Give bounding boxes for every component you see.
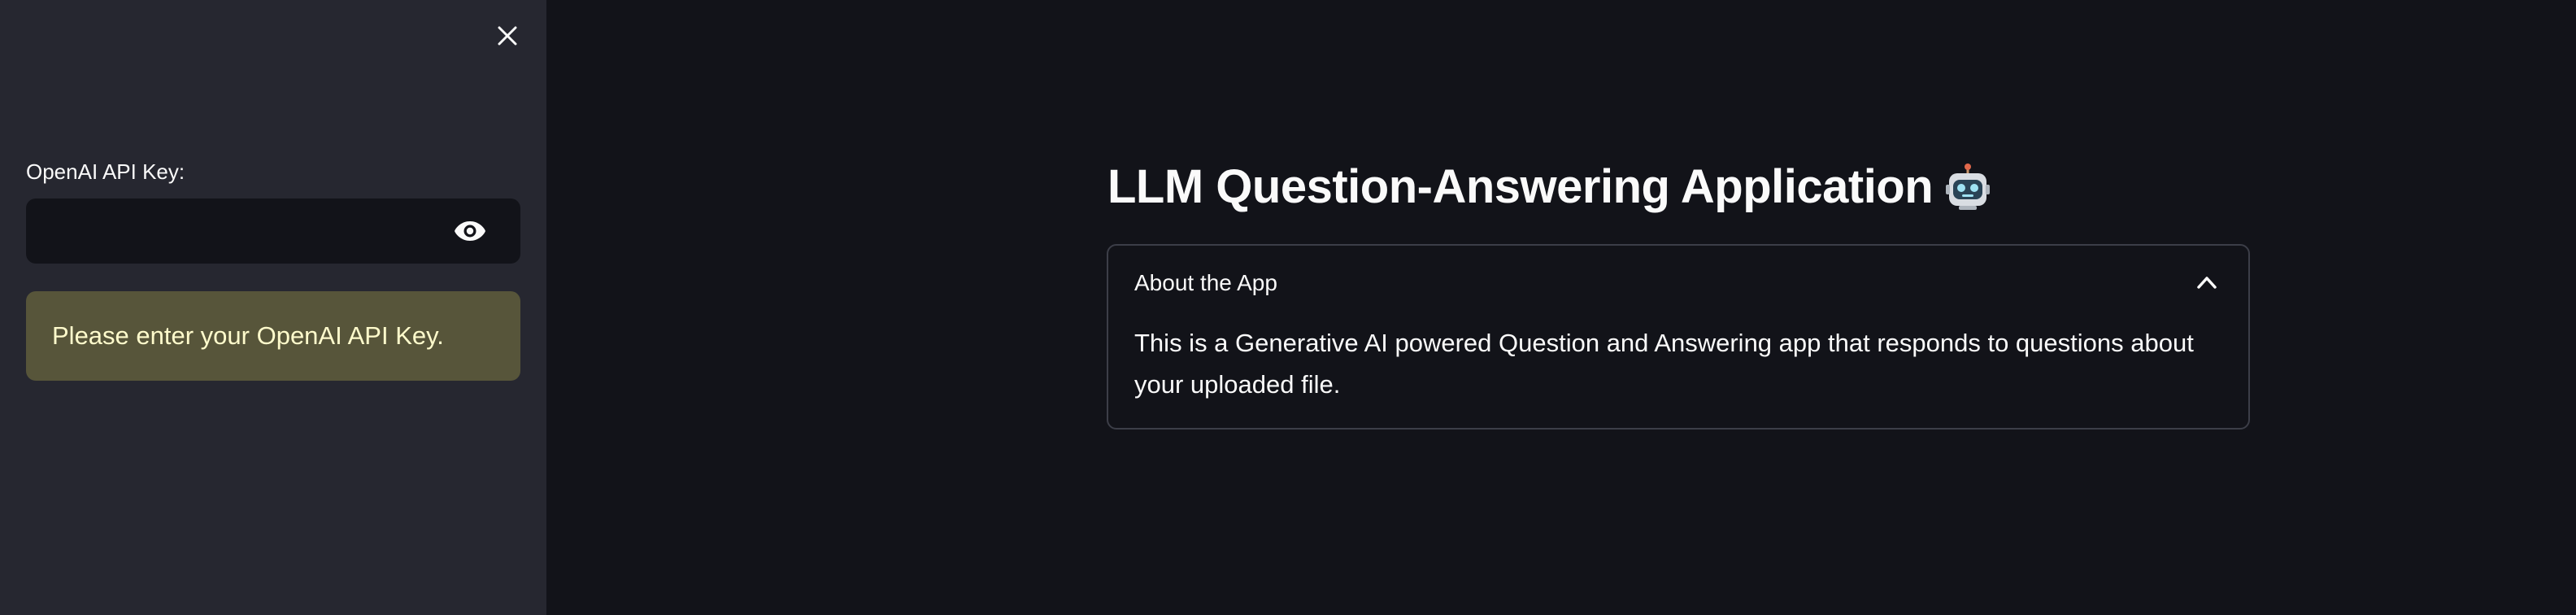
robot-icon	[1946, 163, 1991, 210]
chevron-up-icon	[2197, 277, 2217, 289]
main-content: LLM Question-Answering Application About…	[546, 0, 2576, 615]
close-sidebar-button[interactable]	[486, 16, 529, 55]
api-key-input[interactable]	[26, 198, 449, 264]
sidebar: OpenAI API Key: Please enter your OpenAI…	[0, 0, 546, 615]
about-expander: About the App This is a Generative AI po…	[1107, 244, 2250, 430]
expander-title: About the App	[1134, 270, 1277, 295]
warning-text: Please enter your OpenAI API Key.	[52, 321, 444, 350]
api-key-field	[26, 198, 520, 264]
close-icon	[498, 26, 517, 46]
page-title: LLM Question-Answering Application	[1107, 159, 1991, 214]
expander-body-text: This is a Generative AI powered Question…	[1134, 329, 2194, 399]
api-key-warning: Please enter your OpenAI API Key.	[26, 291, 520, 381]
page-title-text: LLM Question-Answering Application	[1107, 160, 1934, 213]
eye-icon	[455, 221, 485, 241]
about-expander-header[interactable]: About the App	[1108, 246, 2248, 319]
api-key-label: OpenAI API Key:	[26, 159, 185, 184]
app-root: OpenAI API Key: Please enter your OpenAI…	[0, 0, 2576, 615]
toggle-visibility-button[interactable]	[442, 208, 498, 254]
